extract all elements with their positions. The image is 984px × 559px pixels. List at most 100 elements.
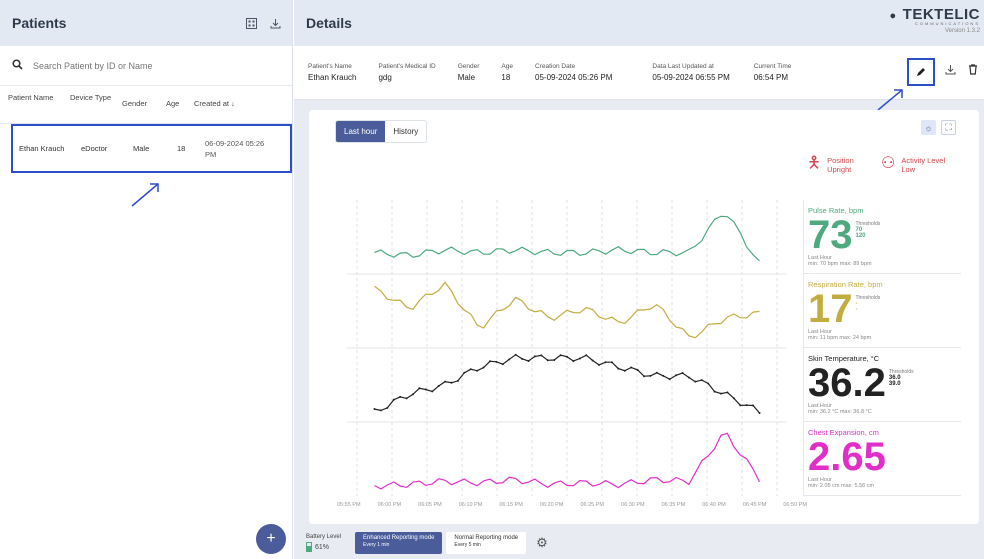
data-point bbox=[675, 374, 678, 377]
data-point bbox=[546, 359, 549, 362]
download-icon[interactable] bbox=[268, 16, 282, 30]
edit-button[interactable] bbox=[907, 58, 935, 86]
info-label: Patient's Medical ID bbox=[378, 63, 436, 70]
info-current-time: Current Time 06:54 PM bbox=[754, 63, 792, 82]
data-point bbox=[585, 354, 588, 357]
data-point bbox=[521, 357, 524, 360]
data-point bbox=[495, 360, 498, 363]
data-point bbox=[559, 354, 562, 357]
threshold-high: - bbox=[855, 307, 858, 313]
row-device: eDoctor bbox=[81, 144, 108, 153]
data-point bbox=[668, 378, 671, 381]
metric-thresholds: Thresholds - - bbox=[856, 295, 881, 313]
battery-value: 61% bbox=[315, 543, 330, 551]
normal-mode-button[interactable]: Normal Reporting mode Every 5 min bbox=[446, 532, 527, 554]
device-footer: Battery Level 61% Enhanced Reporting mod… bbox=[294, 527, 984, 559]
brightness-icon[interactable]: ☼ bbox=[921, 120, 936, 135]
trash-icon[interactable] bbox=[968, 64, 978, 78]
data-point bbox=[604, 361, 607, 364]
data-point bbox=[643, 375, 645, 378]
data-point bbox=[386, 406, 389, 409]
data-point bbox=[450, 381, 453, 384]
patient-search bbox=[0, 46, 292, 86]
metric-value: 73 bbox=[808, 213, 853, 257]
col-device-type[interactable]: Device Type bbox=[70, 92, 122, 123]
data-point bbox=[405, 397, 408, 400]
x-tick-label: 06:50 PM bbox=[783, 502, 807, 508]
position-status: 🯅 Position Upright bbox=[807, 156, 854, 175]
data-point bbox=[745, 404, 748, 407]
data-point bbox=[739, 404, 742, 407]
col-patient-name[interactable]: Patient Name bbox=[8, 92, 70, 123]
battery-status: Battery Level 61% bbox=[306, 534, 341, 552]
x-axis: 05:55 PM 06:00 PM 06:05 PM 06:10 PM 06:15 PM… bbox=[337, 502, 807, 508]
details-title: Details bbox=[306, 15, 352, 31]
tab-last-hour[interactable]: Last hour bbox=[336, 121, 386, 142]
add-patient-button[interactable]: + bbox=[256, 524, 286, 554]
patients-table-header: Patient Name Device Type Gender Age Crea… bbox=[0, 86, 292, 124]
col-created-at[interactable]: Created at ↓ bbox=[194, 92, 264, 123]
brand-logo: ● TEKTELIC COMMUNICATIONS Version 1.3.2 bbox=[890, 6, 981, 34]
info-label: Gender bbox=[457, 63, 480, 70]
row-created: 06-09-2024 05:26 PM bbox=[205, 138, 265, 159]
data-point bbox=[566, 355, 568, 358]
info-value: Male bbox=[457, 73, 476, 82]
threshold-high: 39.0 bbox=[888, 381, 901, 387]
position-label: Position bbox=[827, 156, 854, 165]
data-point bbox=[553, 359, 556, 362]
patients-title: Patients bbox=[12, 15, 67, 31]
battery-label: Battery Level bbox=[306, 534, 342, 540]
data-point bbox=[527, 359, 530, 362]
data-point bbox=[707, 382, 710, 385]
gear-icon[interactable]: ⚙ bbox=[536, 535, 548, 551]
pencil-icon bbox=[917, 68, 925, 76]
col-created-at-label: Created at bbox=[194, 99, 230, 108]
version-label: Version 1.3.2 bbox=[944, 28, 980, 34]
data-point bbox=[578, 357, 581, 360]
fullscreen-icon[interactable]: ⛶ bbox=[941, 120, 956, 135]
enhanced-mode-button[interactable]: Enhanced Reporting mode Every 1 min bbox=[355, 532, 443, 554]
user-icon[interactable]: ● bbox=[890, 10, 897, 22]
data-point bbox=[508, 358, 511, 361]
data-point bbox=[540, 354, 543, 357]
row-name: Ethan Krauch bbox=[19, 144, 65, 153]
mode2-label: Normal Reporting mode bbox=[454, 535, 519, 541]
data-point bbox=[662, 374, 665, 377]
metric-value: 17 bbox=[808, 287, 853, 331]
data-point bbox=[700, 379, 703, 382]
tab-history[interactable]: History bbox=[385, 121, 427, 142]
data-point bbox=[636, 368, 639, 371]
qr-code-icon[interactable] bbox=[244, 16, 258, 30]
x-tick-label: 06:25 PM bbox=[580, 502, 605, 508]
data-point bbox=[713, 390, 716, 393]
sort-down-icon: ↓ bbox=[231, 99, 235, 108]
search-input[interactable] bbox=[33, 60, 263, 71]
data-point bbox=[412, 393, 414, 396]
data-point bbox=[655, 371, 658, 374]
col-gender[interactable]: Gender bbox=[122, 92, 166, 123]
data-point bbox=[694, 380, 697, 383]
data-point bbox=[623, 369, 626, 372]
data-point bbox=[456, 379, 459, 382]
metric-thresholds: Thresholds 70 120 bbox=[856, 221, 881, 239]
data-point bbox=[482, 366, 485, 369]
metric-range: min: 36.2 °C max: 36.8 °C bbox=[808, 409, 872, 415]
col-age[interactable]: Age bbox=[166, 92, 194, 123]
x-tick-label: 06:20 PM bbox=[539, 502, 564, 508]
info-label: Current Time bbox=[753, 63, 792, 70]
download-icon[interactable] bbox=[945, 64, 956, 78]
data-point bbox=[681, 371, 684, 374]
info-value: 05-09-2024 06:55 PM bbox=[652, 73, 730, 82]
x-tick-label: 06:40 PM bbox=[702, 502, 726, 508]
patients-header: Patients bbox=[0, 0, 292, 46]
info-value: gdg bbox=[378, 73, 392, 82]
table-row[interactable]: Ethan Krauch eDoctor Male 18 06-09-2024 … bbox=[11, 124, 292, 173]
data-point bbox=[418, 387, 421, 390]
data-point bbox=[610, 361, 613, 364]
x-tick-label: 06:45 PM bbox=[742, 502, 767, 508]
battery-icon bbox=[306, 542, 312, 552]
metric-panel: Pulse Rate, bpm 73 Thresholds 70 120 Last Hou… bbox=[803, 200, 961, 274]
data-point bbox=[732, 397, 735, 400]
row-age: 18 bbox=[177, 144, 186, 153]
data-point bbox=[476, 369, 479, 372]
